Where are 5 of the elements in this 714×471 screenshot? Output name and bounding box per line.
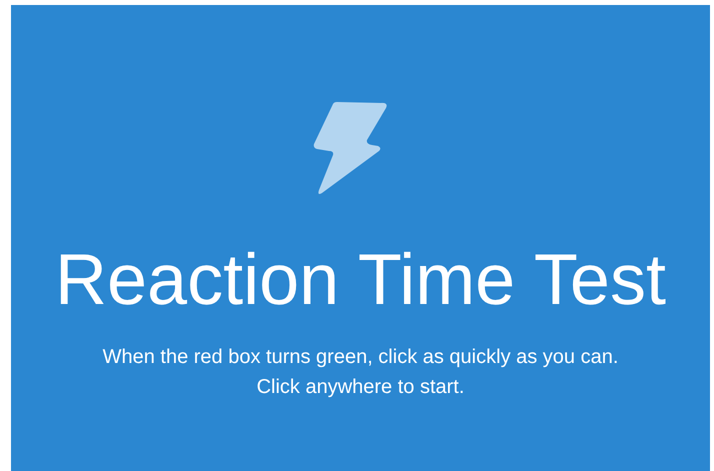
page-title: Reaction Time Test: [55, 244, 666, 316]
instruction-text: When the red box turns green, click as quickly as you can.: [102, 345, 618, 370]
start-screen[interactable]: Reaction Time Test When the red box turns green, click as quickly as you can. Click anywhere to start.: [11, 5, 710, 471]
instruction-text: Click anywhere to start.: [256, 375, 464, 400]
lightning-icon: [312, 100, 388, 196]
